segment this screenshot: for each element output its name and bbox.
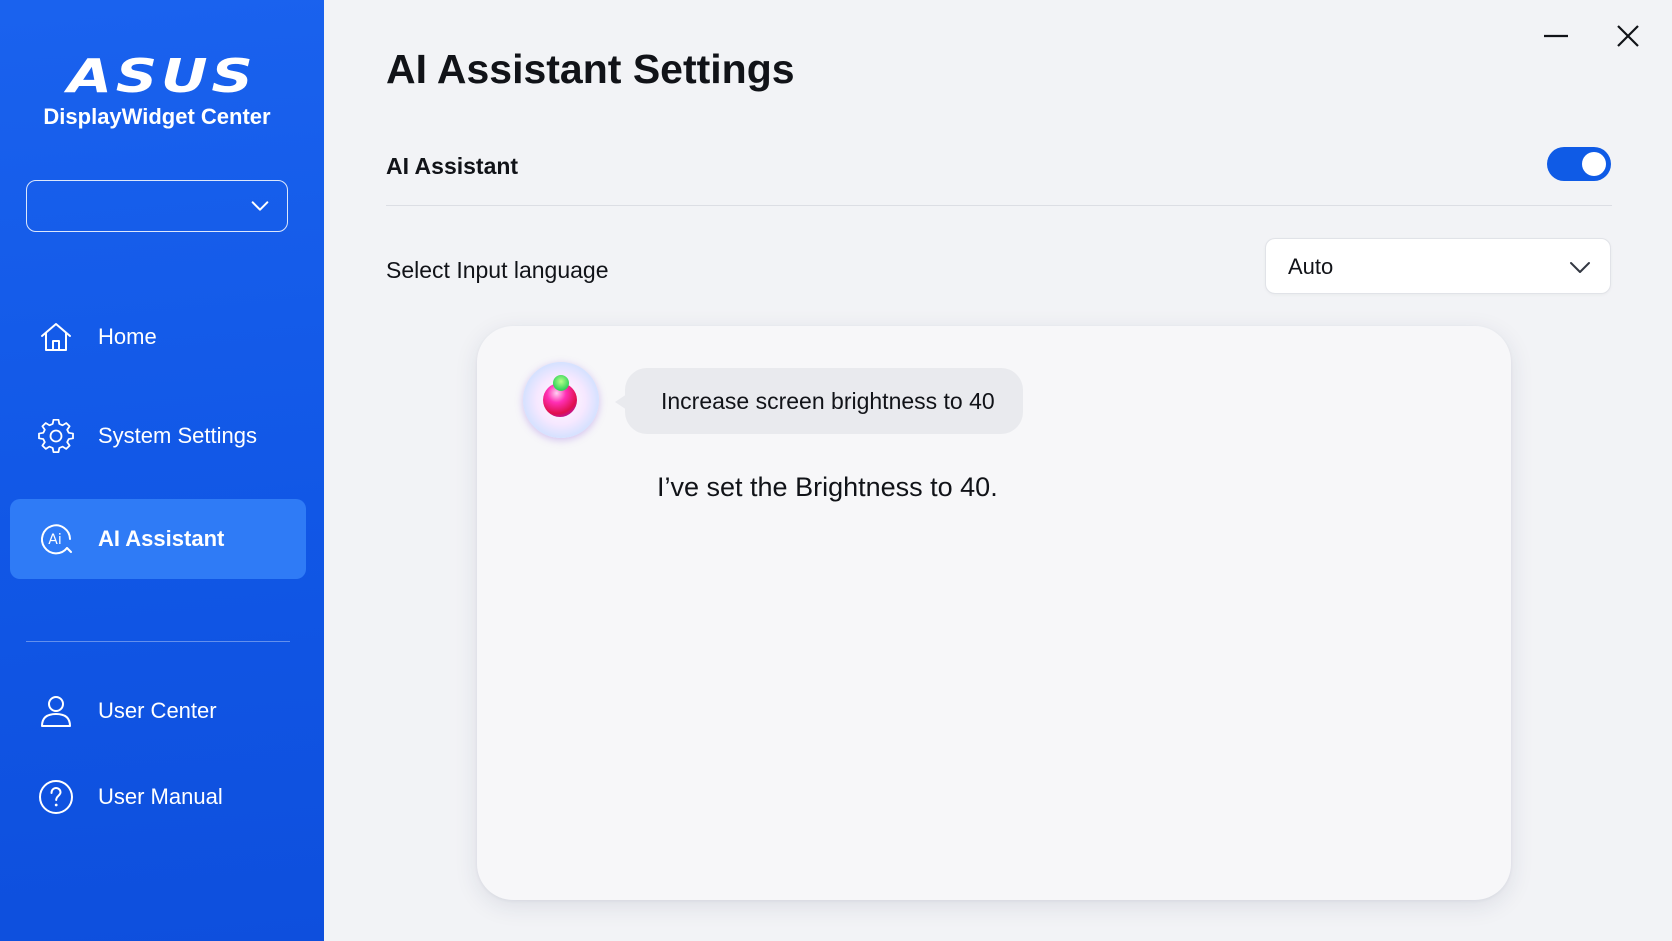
sidebar-item-label: AI Assistant [98,526,225,551]
sidebar: ASUS DisplayWidget Center Home System Se… [0,0,324,941]
input-language-value: Auto [1288,254,1334,279]
chat-panel: Increase screen brightness to 40 I’ve se… [477,326,1511,900]
help-icon [39,780,73,814]
input-language-label: Select Input language [386,257,609,283]
input-language-select[interactable]: Auto [1265,238,1611,294]
ai-icon: Ai [41,524,72,555]
sidebar-item-label: Home [98,324,157,349]
svg-text:Ai: Ai [48,532,61,548]
sidebar-item-home[interactable]: Home [10,297,306,377]
sidebar-item-ai-assistant[interactable]: Ai AI Assistant [10,499,306,579]
assistant-avatar [523,362,599,438]
sidebar-divider [26,641,290,642]
ai-assistant-label: AI Assistant [386,153,519,179]
divider [386,205,1612,206]
ai-assistant-toggle[interactable] [1547,147,1611,181]
sidebar-item-system-settings[interactable]: System Settings [10,396,306,476]
chevron-down-icon [1570,262,1590,273]
gear-icon [38,418,74,453]
sidebar-item-label: User Manual [98,784,223,809]
sidebar-item-user-manual[interactable]: User Manual [10,757,306,837]
app-name: DisplayWidget Center [43,104,271,129]
sidebar-item-label: User Center [98,698,217,723]
sidebar-item-user-center[interactable]: User Center [10,671,306,751]
asus-logo: ASUS [67,49,257,103]
assistant-reply: I’ve set the Brightness to 40. [657,472,998,502]
app-window: ASUS DisplayWidget Center Home System Se… [0,0,1672,941]
home-icon [41,323,71,351]
toggle-knob [1582,152,1606,176]
close-icon[interactable] [1610,18,1646,54]
user-icon [41,696,71,727]
assistant-orb-highlight [553,375,569,391]
page-title: AI Assistant Settings [386,46,795,92]
device-select[interactable] [26,180,288,232]
chevron-down-icon [251,201,269,211]
minimize-icon[interactable] [1538,18,1574,54]
sidebar-item-label: System Settings [98,423,257,448]
user-message-bubble: Increase screen brightness to 40 [615,368,1023,434]
